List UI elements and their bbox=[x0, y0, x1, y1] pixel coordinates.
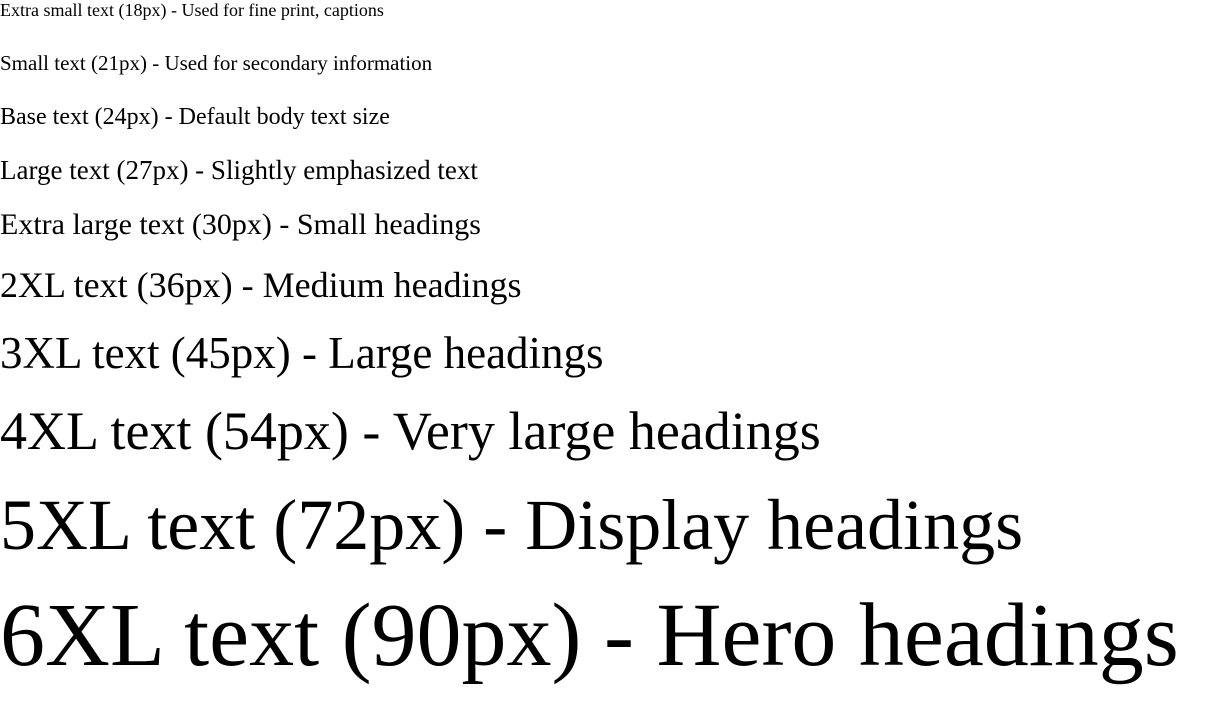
text-sample-5xl: 5XL text (72px) - Display headings bbox=[0, 485, 1024, 565]
text-sample-6xl: 6XL text (90px) - Hero headings bbox=[0, 586, 1179, 685]
text-sample-lg: Large text (27px) - Slightly emphasized … bbox=[0, 155, 478, 185]
text-sample-xs: Extra small text (18px) - Used for fine … bbox=[0, 0, 384, 20]
text-sample-3xl: 3XL text (45px) - Large headings bbox=[0, 328, 604, 378]
text-sample-4xl: 4XL text (54px) - Very large headings bbox=[0, 401, 821, 461]
text-sample-base: Base text (24px) - Default body text siz… bbox=[0, 104, 390, 130]
text-sample-xl: Extra large text (30px) - Small headings bbox=[0, 208, 481, 241]
text-sample-sm: Small text (21px) - Used for secondary i… bbox=[0, 51, 433, 75]
text-sample-2xl: 2XL text (36px) - Medium headings bbox=[0, 265, 522, 305]
